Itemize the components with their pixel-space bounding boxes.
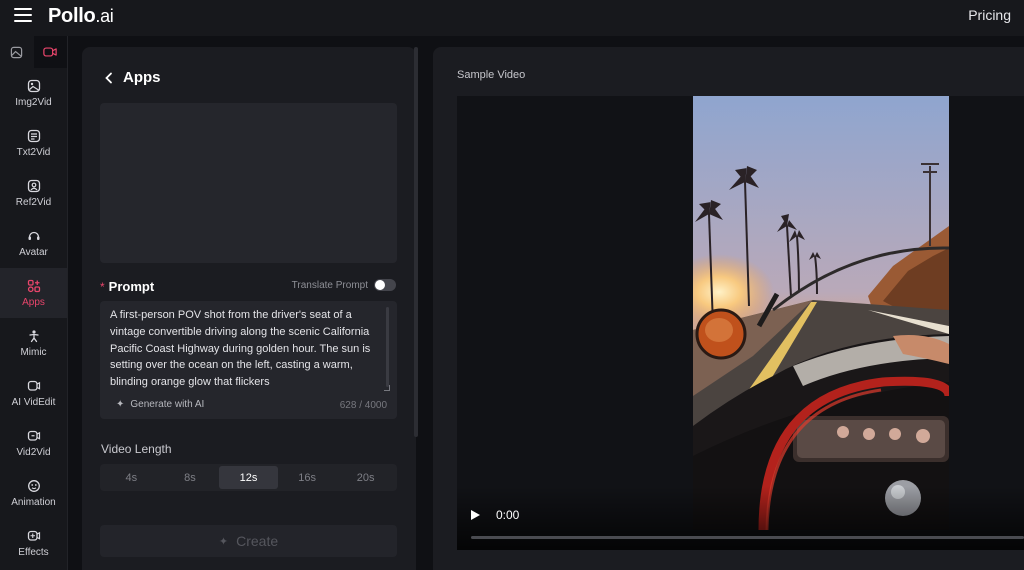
video-length-label: Video Length xyxy=(101,442,172,456)
rail-item-label: Txt2Vid xyxy=(16,146,51,158)
resize-handle-icon[interactable] xyxy=(384,385,390,391)
mimic-icon xyxy=(28,329,39,342)
rail-item-label: Mimic xyxy=(20,346,47,358)
required-mark: * xyxy=(100,279,105,294)
top-bar: Pollo.ai Pricing xyxy=(0,0,1024,36)
video-player[interactable]: 0:00 xyxy=(457,96,1024,550)
text-to-video-icon xyxy=(27,129,40,142)
image-mode-button[interactable] xyxy=(0,36,34,68)
sample-video-label: Sample Video xyxy=(457,69,526,81)
video-length-option[interactable]: 4s xyxy=(102,466,161,489)
apps-panel: Apps * Prompt Translate Prompt A first-p… xyxy=(82,47,416,570)
video-length-option[interactable]: 8s xyxy=(161,466,220,489)
video-length-option[interactable]: 20s xyxy=(336,466,395,489)
app-preview xyxy=(100,103,397,263)
rail-item-label: Ref2Vid xyxy=(15,196,52,208)
video-icon xyxy=(43,47,57,57)
logo-suffix: .ai xyxy=(95,6,114,26)
video-controls: 0:00 xyxy=(457,486,1024,550)
rail-item-avatar[interactable]: Avatar xyxy=(0,218,67,268)
rail-item-label: Img2Vid xyxy=(15,96,52,108)
video-length-option[interactable]: 16s xyxy=(278,466,337,489)
character-count: 628 / 4000 xyxy=(339,400,387,411)
rail-item-label: Apps xyxy=(22,296,45,308)
sample-video-section: Sample Video 0:00 xyxy=(433,47,1024,570)
video-time: 0:00 xyxy=(496,508,520,522)
image-to-video-icon xyxy=(27,79,40,92)
effects-icon xyxy=(27,530,40,541)
translate-prompt: Translate Prompt xyxy=(292,279,396,291)
sparkle-icon: ✦ xyxy=(116,399,125,410)
avatar-icon xyxy=(28,231,39,240)
prompt-box: A first-person POV shot from the driver'… xyxy=(100,301,397,419)
reference-to-video-icon xyxy=(27,179,40,192)
create-label: Create xyxy=(236,533,279,549)
rail-item-ref2vid[interactable]: Ref2Vid xyxy=(0,168,67,218)
left-rail: Img2Vid Txt2Vid Ref2Vid Avatar Apps Mimi… xyxy=(0,36,68,570)
play-icon[interactable] xyxy=(471,510,480,520)
rail-item-label: AI VidEdit xyxy=(11,396,56,408)
panel-scrollbar[interactable] xyxy=(414,47,418,437)
create-button[interactable]: ✦ Create xyxy=(100,525,397,557)
rail-item-label: Animation xyxy=(11,496,56,508)
rail-item-apps[interactable]: Apps xyxy=(0,268,67,318)
pricing-link[interactable]: Pricing xyxy=(968,7,1011,23)
apps-icon xyxy=(27,279,40,292)
rail-item-label: Vid2Vid xyxy=(16,446,51,458)
prompt-label: * Prompt xyxy=(100,279,154,294)
video-length-option-selected[interactable]: 12s xyxy=(219,466,278,489)
video-mode-button[interactable] xyxy=(33,36,67,68)
generate-with-ai-label: Generate with AI xyxy=(130,399,205,410)
prompt-textarea[interactable]: A first-person POV shot from the driver'… xyxy=(110,307,382,389)
panel-title: Apps xyxy=(123,69,161,86)
animation-icon xyxy=(27,479,40,492)
translate-prompt-label: Translate Prompt xyxy=(291,279,368,291)
rail-item-animation[interactable]: Animation xyxy=(0,468,67,518)
logo-text: Pollo xyxy=(48,5,96,27)
video-to-video-icon xyxy=(27,430,40,441)
rail-item-effects[interactable]: Effects xyxy=(0,518,67,568)
rail-item-img2vid[interactable]: Img2Vid xyxy=(0,68,67,118)
video-frame xyxy=(693,96,949,530)
back-to-apps-button[interactable]: Apps xyxy=(104,69,161,86)
video-progress-bar[interactable] xyxy=(471,536,1024,539)
translate-prompt-toggle[interactable] xyxy=(374,279,396,291)
image-icon xyxy=(11,46,23,58)
rail-mode-switch xyxy=(0,36,67,68)
rail-item-label: Avatar xyxy=(19,246,48,258)
menu-icon[interactable] xyxy=(14,8,32,22)
prompt-scrollbar[interactable] xyxy=(386,307,389,387)
video-edit-icon xyxy=(27,380,40,391)
rail-item-label: Effects xyxy=(18,546,49,558)
rail-item-vid2vid[interactable]: Vid2Vid xyxy=(0,418,67,468)
rail-item-mimic[interactable]: Mimic xyxy=(0,318,67,368)
logo[interactable]: Pollo.ai xyxy=(48,5,114,28)
sparkle-icon: ✦ xyxy=(218,535,229,548)
video-length-selector: 4s 8s 12s 16s 20s xyxy=(100,464,397,491)
rail-item-ai-videdit[interactable]: AI VidEdit xyxy=(0,368,67,418)
rail-item-txt2vid[interactable]: Txt2Vid xyxy=(0,118,67,168)
prompt-label-text: Prompt xyxy=(108,279,155,294)
chevron-left-icon xyxy=(105,72,112,83)
generate-with-ai-button[interactable]: ✦ Generate with AI xyxy=(116,399,204,410)
